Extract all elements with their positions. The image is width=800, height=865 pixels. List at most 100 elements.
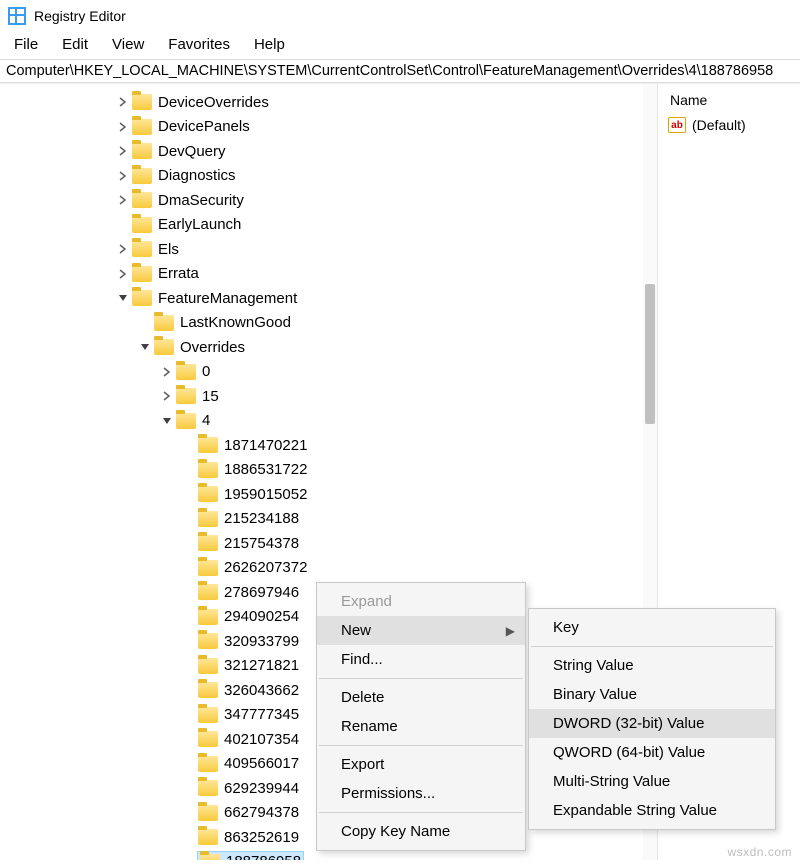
ctx-new-dword[interactable]: DWORD (32-bit) Value bbox=[529, 709, 775, 738]
ctx-find[interactable]: Find... bbox=[317, 645, 525, 674]
ctx-new-key[interactable]: Key bbox=[529, 613, 775, 642]
folder-icon bbox=[198, 658, 218, 674]
ctx-rename[interactable]: Rename bbox=[317, 712, 525, 741]
tree-item[interactable]: DmaSecurity bbox=[0, 188, 657, 213]
titlebar: Registry Editor bbox=[0, 0, 800, 32]
folder-icon bbox=[198, 731, 218, 747]
folder-icon bbox=[176, 413, 196, 429]
tree-item[interactable]: 1959015052 bbox=[0, 482, 657, 507]
tree-item[interactable]: Els bbox=[0, 237, 657, 262]
chevron-down-icon[interactable] bbox=[116, 291, 130, 305]
folder-icon bbox=[198, 633, 218, 649]
chevron-right-icon[interactable] bbox=[116, 95, 130, 109]
tree-item-label: 0 bbox=[202, 363, 210, 380]
folder-icon bbox=[132, 168, 152, 184]
folder-icon bbox=[132, 143, 152, 159]
ctx-new-multistring[interactable]: Multi-String Value bbox=[529, 767, 775, 796]
tree-item-label: 4 bbox=[202, 412, 210, 429]
menu-favorites[interactable]: Favorites bbox=[168, 36, 230, 53]
folder-icon bbox=[176, 388, 196, 404]
separator bbox=[319, 812, 523, 813]
folder-icon bbox=[198, 609, 218, 625]
tree-item-label: EarlyLaunch bbox=[158, 216, 241, 233]
tree-item-label: 320933799 bbox=[224, 633, 299, 650]
tree-item-label: 863252619 bbox=[224, 829, 299, 846]
scrollbar-thumb[interactable] bbox=[645, 284, 655, 424]
tree-item[interactable]: DevQuery bbox=[0, 139, 657, 164]
tree-item-label: 2626207372 bbox=[224, 559, 307, 576]
tree-item[interactable]: FeatureManagement bbox=[0, 286, 657, 311]
folder-icon bbox=[198, 560, 218, 576]
menu-file[interactable]: File bbox=[14, 36, 38, 53]
tree-item[interactable]: 1886531722 bbox=[0, 458, 657, 483]
tree-item-label: 326043662 bbox=[224, 682, 299, 699]
tree-item-label: FeatureManagement bbox=[158, 290, 297, 307]
tree-item-label: 188786958 bbox=[226, 853, 301, 860]
tree-item[interactable]: DeviceOverrides bbox=[0, 90, 657, 115]
tree-item-label: Diagnostics bbox=[158, 167, 236, 184]
watermark: wsxdn.com bbox=[727, 845, 792, 859]
folder-icon bbox=[198, 535, 218, 551]
ctx-new[interactable]: New ▶ bbox=[317, 616, 525, 645]
ctx-delete[interactable]: Delete bbox=[317, 683, 525, 712]
tree-item[interactable]: 15 bbox=[0, 384, 657, 409]
ctx-permissions[interactable]: Permissions... bbox=[317, 779, 525, 808]
tree-item-label: 294090254 bbox=[224, 608, 299, 625]
chevron-down-icon[interactable] bbox=[160, 414, 174, 428]
ctx-expand: Expand bbox=[317, 587, 525, 616]
tree-item[interactable]: 4 bbox=[0, 409, 657, 434]
chevron-right-icon[interactable] bbox=[160, 365, 174, 379]
chevron-down-icon[interactable] bbox=[138, 340, 152, 354]
folder-icon bbox=[200, 854, 220, 860]
tree-item[interactable]: Overrides bbox=[0, 335, 657, 360]
tree-item[interactable]: 215754378 bbox=[0, 531, 657, 556]
tree-item[interactable]: 1871470221 bbox=[0, 433, 657, 458]
chevron-right-icon[interactable] bbox=[116, 144, 130, 158]
tree-item[interactable]: LastKnownGood bbox=[0, 311, 657, 336]
tree-item-label: DevQuery bbox=[158, 143, 226, 160]
ctx-new-expandstring[interactable]: Expandable String Value bbox=[529, 796, 775, 825]
ctx-new-string[interactable]: String Value bbox=[529, 651, 775, 680]
chevron-right-icon[interactable] bbox=[116, 120, 130, 134]
tree-item[interactable]: 0 bbox=[0, 360, 657, 385]
ctx-new-qword[interactable]: QWORD (64-bit) Value bbox=[529, 738, 775, 767]
value-row-default[interactable]: ab (Default) bbox=[662, 115, 796, 135]
tree-item-label: 1959015052 bbox=[224, 486, 307, 503]
chevron-right-icon[interactable] bbox=[116, 169, 130, 183]
tree-item[interactable]: 215234188 bbox=[0, 507, 657, 532]
menu-view[interactable]: View bbox=[112, 36, 144, 53]
address-bar[interactable]: Computer\HKEY_LOCAL_MACHINE\SYSTEM\Curre… bbox=[0, 59, 800, 83]
chevron-right-icon[interactable] bbox=[116, 193, 130, 207]
tree-item-label: 321271821 bbox=[224, 657, 299, 674]
app-icon bbox=[8, 7, 26, 25]
chevron-right-icon[interactable] bbox=[116, 242, 130, 256]
menu-help[interactable]: Help bbox=[254, 36, 285, 53]
ctx-new-binary[interactable]: Binary Value bbox=[529, 680, 775, 709]
tree-item[interactable]: 188786958 bbox=[0, 850, 657, 861]
chevron-right-icon: ▶ bbox=[506, 624, 515, 638]
ctx-export[interactable]: Export bbox=[317, 750, 525, 779]
tree-item[interactable]: DevicePanels bbox=[0, 115, 657, 140]
tree-item[interactable]: Diagnostics bbox=[0, 164, 657, 189]
tree-item-label: 409566017 bbox=[224, 755, 299, 772]
tree-item[interactable]: EarlyLaunch bbox=[0, 213, 657, 238]
string-value-icon: ab bbox=[668, 117, 686, 133]
column-header-name[interactable]: Name bbox=[662, 90, 796, 115]
menu-edit[interactable]: Edit bbox=[62, 36, 88, 53]
tree-item-label: 662794378 bbox=[224, 804, 299, 821]
tree-item-label: 278697946 bbox=[224, 584, 299, 601]
folder-icon bbox=[132, 192, 152, 208]
tree-item-label: 1871470221 bbox=[224, 437, 307, 454]
separator bbox=[319, 745, 523, 746]
tree-item-label: 215234188 bbox=[224, 510, 299, 527]
tree-item-label: 347777345 bbox=[224, 706, 299, 723]
tree-item[interactable]: 2626207372 bbox=[0, 556, 657, 581]
separator bbox=[531, 646, 773, 647]
folder-icon bbox=[198, 682, 218, 698]
ctx-copy-key-name[interactable]: Copy Key Name bbox=[317, 817, 525, 846]
folder-icon bbox=[198, 756, 218, 772]
tree-item-label: DmaSecurity bbox=[158, 192, 244, 209]
chevron-right-icon[interactable] bbox=[160, 389, 174, 403]
chevron-right-icon[interactable] bbox=[116, 267, 130, 281]
tree-item[interactable]: Errata bbox=[0, 262, 657, 287]
